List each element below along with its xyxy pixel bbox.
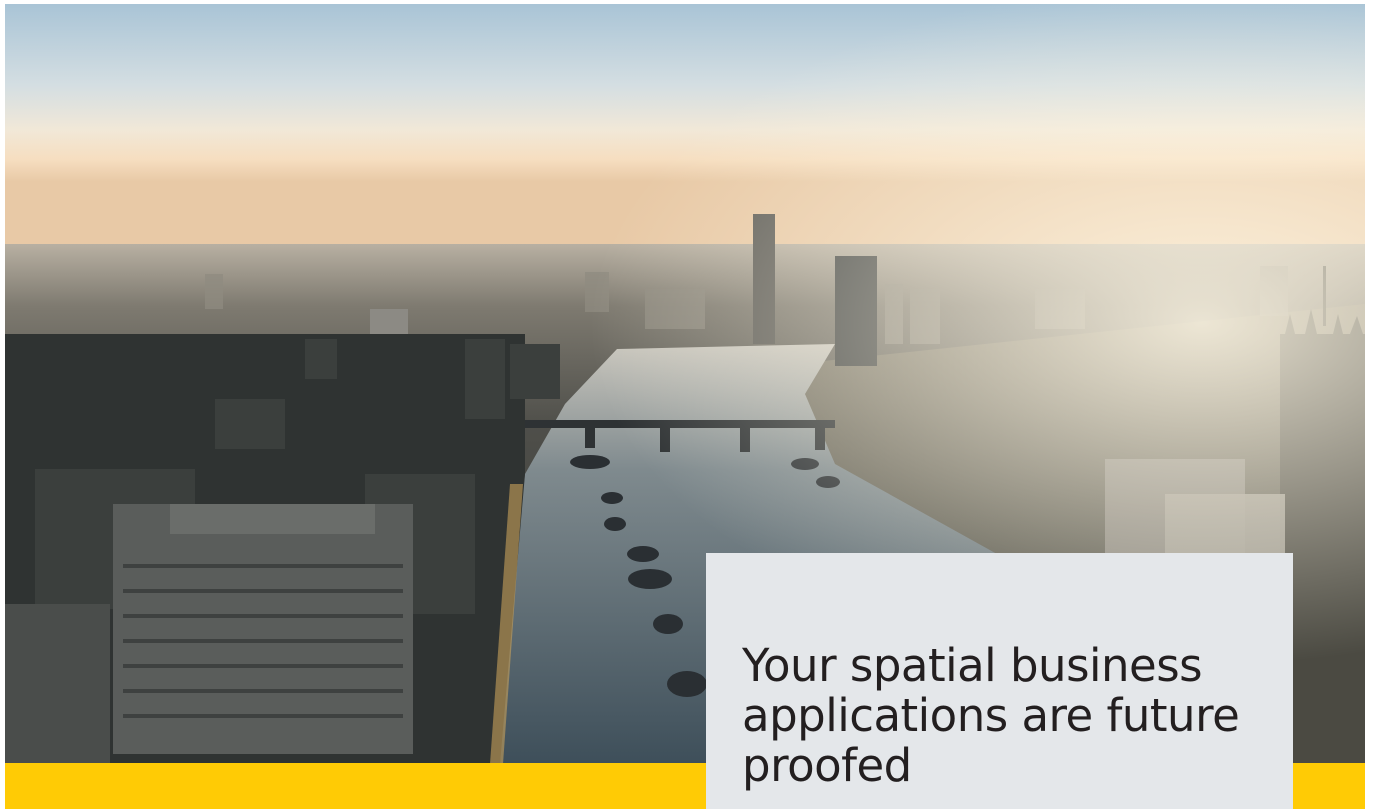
headline-card: Your spatial business applications are f… [706, 553, 1293, 809]
page: Your spatial business applications are f… [0, 0, 1375, 809]
hero-headline: Your spatial business applications are f… [742, 639, 1240, 792]
